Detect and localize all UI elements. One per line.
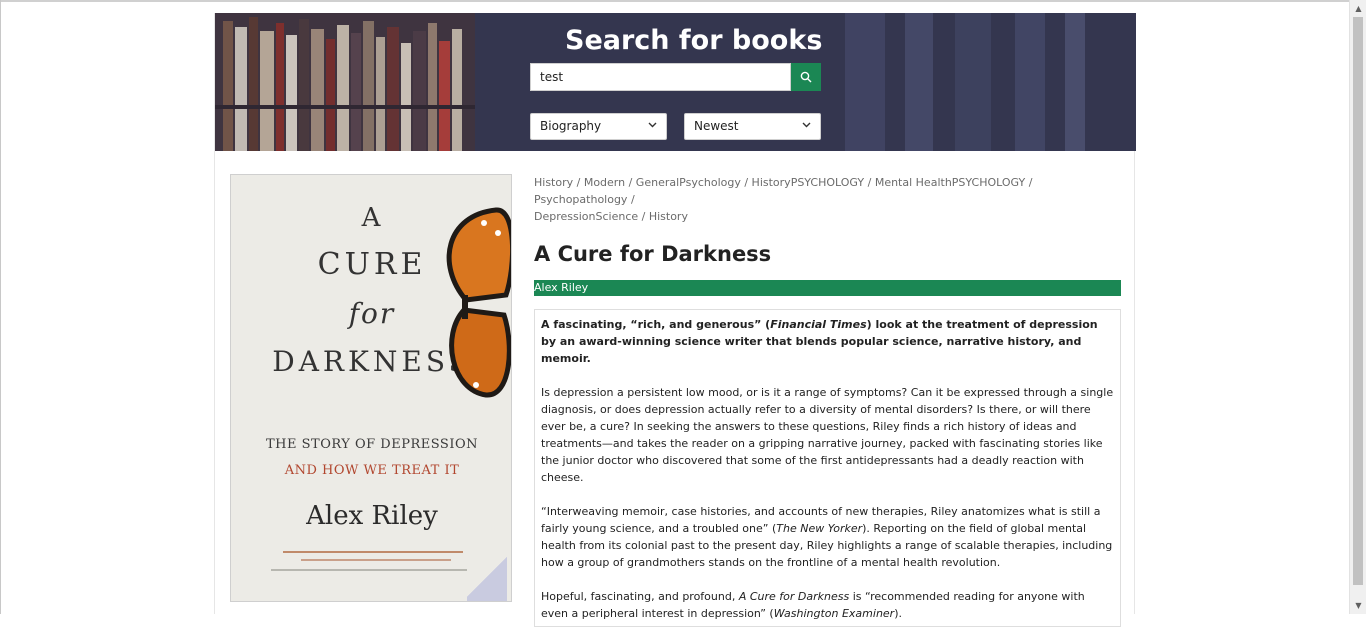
scrollbar-thumb[interactable]: [1353, 17, 1363, 585]
page-curl: [467, 553, 507, 601]
description-emphasis: Financial Times: [770, 318, 867, 331]
window-left-border: [0, 0, 1, 614]
book-detail-panel: History / Modern / GeneralPsychology / H…: [534, 174, 1121, 627]
genre-select[interactable]: Biography: [530, 113, 667, 140]
description-emphasis: The New Yorker: [776, 522, 863, 535]
description-paragraph: “Interweaving memoir, case histories, an…: [541, 503, 1114, 571]
cover-subtitle-2: AND HOW WE TREAT IT: [284, 463, 460, 478]
cover-blurb-line: [283, 551, 463, 553]
chevron-down-icon: [802, 122, 811, 128]
sort-select[interactable]: Newest: [684, 113, 821, 140]
window-top-border: [0, 0, 1366, 2]
description-emphasis: A Cure for Darkness: [738, 590, 850, 603]
description-text: A fascinating, “rich, and generous” (: [541, 318, 771, 331]
sort-select-value: Newest: [694, 119, 739, 133]
description-paragraph: Is depression a persistent low mood, or …: [541, 386, 1114, 484]
scroll-up-arrow-icon[interactable]: ▲: [1350, 0, 1366, 17]
breadcrumb-line: History / Modern / GeneralPsychology / H…: [534, 176, 1033, 206]
search-hero-banner: Search for books Biography Newest: [215, 13, 1136, 151]
vertical-scrollbar[interactable]: ▲ ▼: [1349, 0, 1366, 614]
scroll-down-arrow-icon[interactable]: ▼: [1350, 597, 1366, 614]
genre-select-value: Biography: [540, 119, 602, 133]
search-input[interactable]: [530, 63, 791, 91]
book-title: A Cure for Darkness: [534, 242, 772, 266]
description-paragraph: Hopeful, fascinating, and profound, A Cu…: [541, 588, 1114, 622]
breadcrumb-line: DepressionScience / History: [534, 210, 688, 223]
book-cover-image: A CURE for DARKNESS THE STORY OF DEPRESS…: [230, 174, 512, 602]
cover-author: Alex Riley: [306, 501, 438, 531]
description-paragraph: A fascinating, “rich, and generous” (Fin…: [541, 316, 1114, 367]
search-icon: [800, 71, 812, 83]
page-container: Search for books Biography Newest A CURE…: [214, 13, 1136, 627]
description-text: Hopeful, fascinating, and profound,: [541, 590, 739, 603]
cover-blurb-line: [301, 559, 451, 561]
search-button[interactable]: [791, 63, 821, 91]
book-description: A fascinating, “rich, and generous” (Fin…: [534, 309, 1121, 627]
author-link[interactable]: Alex Riley: [534, 280, 1121, 296]
cover-subtitle-1: THE STORY OF DEPRESSION: [266, 437, 478, 452]
breadcrumb: History / Modern / GeneralPsychology / H…: [534, 174, 1121, 225]
butterfly-illustration: [446, 207, 511, 398]
search-heading: Search for books: [565, 25, 823, 56]
chevron-down-icon: [648, 122, 657, 128]
cover-blurb-line: [271, 569, 471, 571]
